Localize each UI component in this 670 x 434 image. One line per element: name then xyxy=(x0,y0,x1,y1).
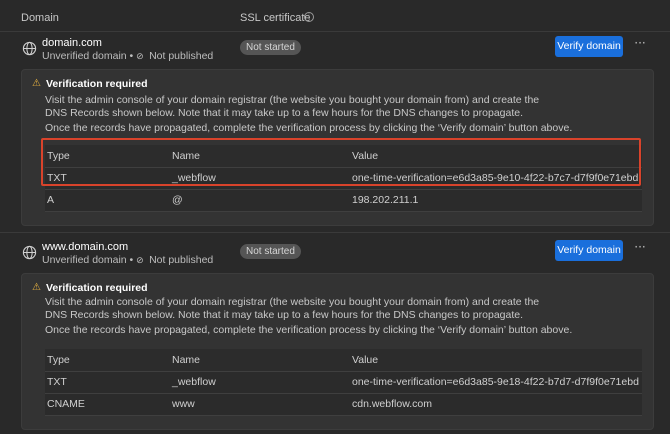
type-column-header: Type xyxy=(45,145,170,168)
verification-panel: ⚠ Verification required Visit the admin c… xyxy=(21,69,654,226)
verification-status: Unverified domain • xyxy=(42,50,137,62)
not-published-icon: ⊘ xyxy=(136,52,144,62)
table-row: A @ 198.202.211.1 xyxy=(45,189,642,212)
verification-panel: ⚠ Verification required Visit the admin c… xyxy=(21,273,654,430)
domain-row: domain.com Unverified domain • ⊘ Not pub… xyxy=(0,34,670,68)
value-column-header: Value xyxy=(350,349,642,372)
more-options-icon[interactable]: ··· xyxy=(633,37,647,52)
record-type[interactable]: CNAME xyxy=(45,393,170,416)
verification-status: Unverified domain • xyxy=(42,254,137,266)
verification-title: Verification required xyxy=(46,282,148,294)
warning-icon: ⚠ xyxy=(32,78,41,89)
not-published-icon: ⊘ xyxy=(136,256,144,266)
dns-records-table: Type Name Value TXT _webflow one-time-ve… xyxy=(45,145,642,212)
instructions-text: Visit the admin console of your domain r… xyxy=(45,94,645,119)
dns-records-table: Type Name Value TXT _webflow one-time-ve… xyxy=(45,349,642,416)
verification-header: ⚠ Verification required xyxy=(32,282,148,294)
instructions-line: Visit the admin console of your domain r… xyxy=(45,94,540,106)
more-options-icon[interactable]: ··· xyxy=(633,241,647,256)
record-name[interactable]: _webflow xyxy=(170,371,350,394)
record-name[interactable]: _webflow xyxy=(170,167,350,190)
instructions-line: DNS Records shown below. Note that it ma… xyxy=(45,106,524,119)
instructions-line: DNS Records shown below. Note that it ma… xyxy=(45,308,524,321)
domain-name: domain.com xyxy=(42,37,102,49)
type-column-header: Type xyxy=(45,349,170,372)
record-name[interactable]: @ xyxy=(170,189,350,212)
domain-status: Unverified domain • ⊘ Not published xyxy=(42,50,213,62)
table-header-row: Type Name Value xyxy=(45,145,642,168)
table-row: CNAME www cdn.webflow.com xyxy=(45,393,642,416)
propagation-text: Once the records have propagated, comple… xyxy=(45,122,573,134)
ssl-status-badge: Not started xyxy=(240,40,301,55)
name-column-header: Name xyxy=(170,145,350,168)
domain-row: www.domain.com Unverified domain • ⊘ Not… xyxy=(0,238,670,272)
table-row: TXT _webflow one-time-verification=e6d3a… xyxy=(45,167,642,190)
globe-icon xyxy=(22,41,37,56)
table-header: Domain SSL certificate i xyxy=(0,0,670,32)
domain-status: Unverified domain • ⊘ Not published xyxy=(42,254,213,266)
record-type[interactable]: TXT xyxy=(45,167,170,190)
record-type[interactable]: A xyxy=(45,189,170,212)
record-type[interactable]: TXT xyxy=(45,371,170,394)
name-column-header: Name xyxy=(170,349,350,372)
table-header-row: Type Name Value xyxy=(45,349,642,372)
verify-domain-button[interactable]: Verify domain xyxy=(555,36,623,57)
table-row: TXT _webflow one-time-verification=e6d3a… xyxy=(45,371,642,394)
domain-name: www.domain.com xyxy=(42,241,129,253)
publish-status: Not published xyxy=(149,50,214,62)
value-column-header: Value xyxy=(350,145,642,168)
info-icon[interactable]: i xyxy=(304,12,314,22)
ssl-status-badge: Not started xyxy=(240,244,301,259)
propagation-text: Once the records have propagated, comple… xyxy=(45,324,573,336)
publish-status: Not published xyxy=(149,254,214,266)
ssl-column-header: SSL certificate xyxy=(240,12,311,24)
warning-icon: ⚠ xyxy=(32,282,41,293)
record-value[interactable]: 198.202.211.1 xyxy=(350,189,642,212)
record-name[interactable]: www xyxy=(170,393,350,416)
verification-title: Verification required xyxy=(46,78,148,90)
verification-header: ⚠ Verification required xyxy=(32,78,148,90)
domain-column-header: Domain xyxy=(21,12,59,24)
record-value[interactable]: cdn.webflow.com xyxy=(350,393,642,416)
instructions-line: Visit the admin console of your domain r… xyxy=(45,296,540,308)
instructions-text: Visit the admin console of your domain r… xyxy=(45,296,645,321)
row-divider xyxy=(0,232,670,233)
record-value[interactable]: one-time-verification=e6d3a85-9e18-4f22-… xyxy=(350,371,642,394)
globe-icon xyxy=(22,245,37,260)
record-value[interactable]: one-time-verification=e6d3a85-9e10-4f22-… xyxy=(350,167,642,190)
verify-domain-button[interactable]: Verify domain xyxy=(555,240,623,261)
